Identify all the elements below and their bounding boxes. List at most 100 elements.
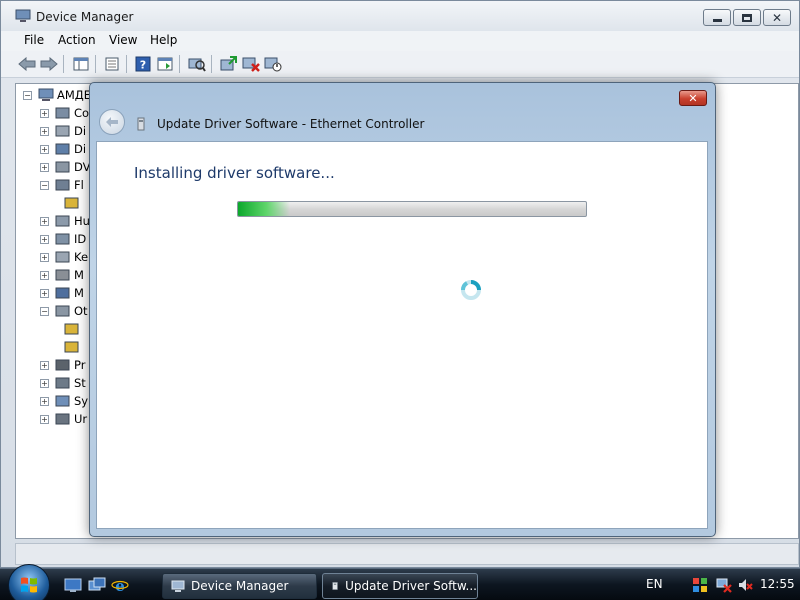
expand-toggle[interactable]: + [40, 360, 49, 370]
show-desktop-icon[interactable] [64, 577, 82, 593]
tree-category[interactable]: + Di [40, 140, 86, 158]
device-category-icon [55, 413, 70, 425]
device-category-icon [55, 215, 70, 227]
expand-toggle[interactable]: + [40, 108, 49, 118]
status-bar [15, 543, 799, 565]
computer-icon [15, 9, 31, 22]
tree-category[interactable]: + Sy [40, 392, 88, 410]
close-button[interactable]: ✕ [763, 9, 791, 26]
expand-toggle[interactable]: + [40, 162, 49, 172]
expand-toggle[interactable]: + [40, 270, 49, 280]
tree-child-item[interactable] [64, 320, 83, 338]
security-center-icon[interactable] [692, 577, 708, 593]
taskbar-device-manager-button[interactable]: Device Manager [162, 573, 317, 599]
collapse-toggle[interactable]: − [23, 90, 32, 100]
expand-toggle[interactable]: + [40, 144, 49, 154]
tree-category[interactable]: + DV [40, 158, 91, 176]
properties-button[interactable] [102, 55, 122, 73]
tree-category[interactable]: + M [40, 266, 84, 284]
tree-item-label: Ke [74, 250, 89, 264]
dialog-close-button[interactable]: ✕ [679, 90, 707, 106]
expand-toggle[interactable]: + [40, 414, 49, 424]
expand-toggle[interactable]: + [40, 288, 49, 298]
device-category-icon [55, 359, 70, 371]
device-category-icon [55, 395, 70, 407]
tree-child-item[interactable] [64, 194, 83, 212]
svg-text:?: ? [140, 59, 146, 72]
network-disconnected-icon[interactable] [716, 577, 732, 593]
expand-toggle[interactable]: + [40, 126, 49, 136]
tree-category[interactable]: + ID [40, 230, 86, 248]
tree-category[interactable]: + Hu [40, 212, 90, 230]
tree-category[interactable]: − Ot [40, 302, 88, 320]
expand-toggle[interactable]: + [40, 378, 49, 388]
language-indicator[interactable]: EN [646, 577, 663, 591]
action-pane-button[interactable] [155, 55, 175, 73]
toolbar: ? [1, 51, 799, 78]
maximize-button[interactable] [733, 9, 761, 26]
tree-category[interactable]: + Co [40, 104, 89, 122]
console-tree-icon [73, 57, 89, 71]
minimize-button[interactable] [703, 9, 731, 26]
device-category-icon [55, 179, 70, 191]
toolbar-separator [95, 55, 96, 73]
forward-button[interactable] [39, 55, 59, 73]
svg-text:e: e [115, 577, 125, 593]
dialog-back-button[interactable] [99, 109, 125, 135]
tree-category[interactable]: + M [40, 284, 84, 302]
start-button[interactable] [8, 564, 50, 600]
clock[interactable]: 12:55 [760, 577, 795, 591]
progress-fill [238, 202, 291, 216]
disable-device-button[interactable] [263, 55, 283, 73]
menu-view[interactable]: View [109, 33, 137, 47]
collapse-toggle[interactable]: − [40, 306, 49, 316]
menu-file[interactable]: File [24, 33, 44, 47]
show-hide-tree-button[interactable] [71, 55, 91, 73]
uninstall-button[interactable] [241, 55, 261, 73]
expand-toggle[interactable]: + [40, 216, 49, 226]
menu-help[interactable]: Help [150, 33, 177, 47]
network-card-icon [332, 582, 338, 590]
device-category-icon [55, 377, 70, 389]
device-manager-titlebar[interactable]: Device Manager ✕ [1, 1, 799, 31]
tree-category[interactable]: + Ur [40, 410, 87, 428]
update-driver-icon [220, 56, 237, 71]
scan-hardware-icon [188, 58, 206, 72]
arrow-right-icon [40, 57, 58, 71]
warning-device-icon [64, 323, 79, 335]
switch-windows-icon[interactable] [88, 577, 106, 593]
back-button[interactable] [17, 55, 37, 73]
windows-logo-icon [21, 577, 37, 593]
device-category-icon [55, 233, 70, 245]
tree-item-label: St [74, 376, 86, 390]
device-category-icon [55, 305, 70, 317]
internet-explorer-icon[interactable]: e [111, 577, 129, 593]
expand-toggle[interactable]: + [40, 234, 49, 244]
arrow-left-icon [106, 117, 118, 127]
tree-item-label: Hu [74, 214, 90, 228]
device-category-icon [55, 161, 70, 173]
update-driver-button[interactable] [219, 55, 239, 73]
tree-root[interactable]: − АМДЕ [23, 86, 91, 104]
expand-toggle[interactable]: + [40, 252, 49, 262]
toolbar-separator [179, 55, 180, 73]
taskbar-button-label: Device Manager [191, 579, 289, 593]
toolbar-separator [211, 55, 212, 73]
tree-item-label: M [74, 268, 84, 282]
tree-category[interactable]: + Di [40, 122, 86, 140]
tree-category[interactable]: + Pr [40, 356, 85, 374]
tree-item-label: Ot [74, 304, 88, 318]
tree-child-item[interactable] [64, 338, 83, 356]
tree-item-label: Fl [74, 178, 84, 192]
tree-category[interactable]: + St [40, 374, 86, 392]
tree-category[interactable]: + Ke [40, 248, 88, 266]
help-button[interactable]: ? [133, 55, 153, 73]
scan-hardware-button[interactable] [187, 55, 207, 73]
computer-icon [38, 88, 54, 101]
collapse-toggle[interactable]: − [40, 180, 49, 190]
menu-action[interactable]: Action [58, 33, 96, 47]
expand-toggle[interactable]: + [40, 396, 49, 406]
volume-muted-icon[interactable] [737, 577, 753, 593]
taskbar-update-driver-button[interactable]: Update Driver Softw... [322, 573, 478, 599]
tree-category[interactable]: − Fl [40, 176, 84, 194]
